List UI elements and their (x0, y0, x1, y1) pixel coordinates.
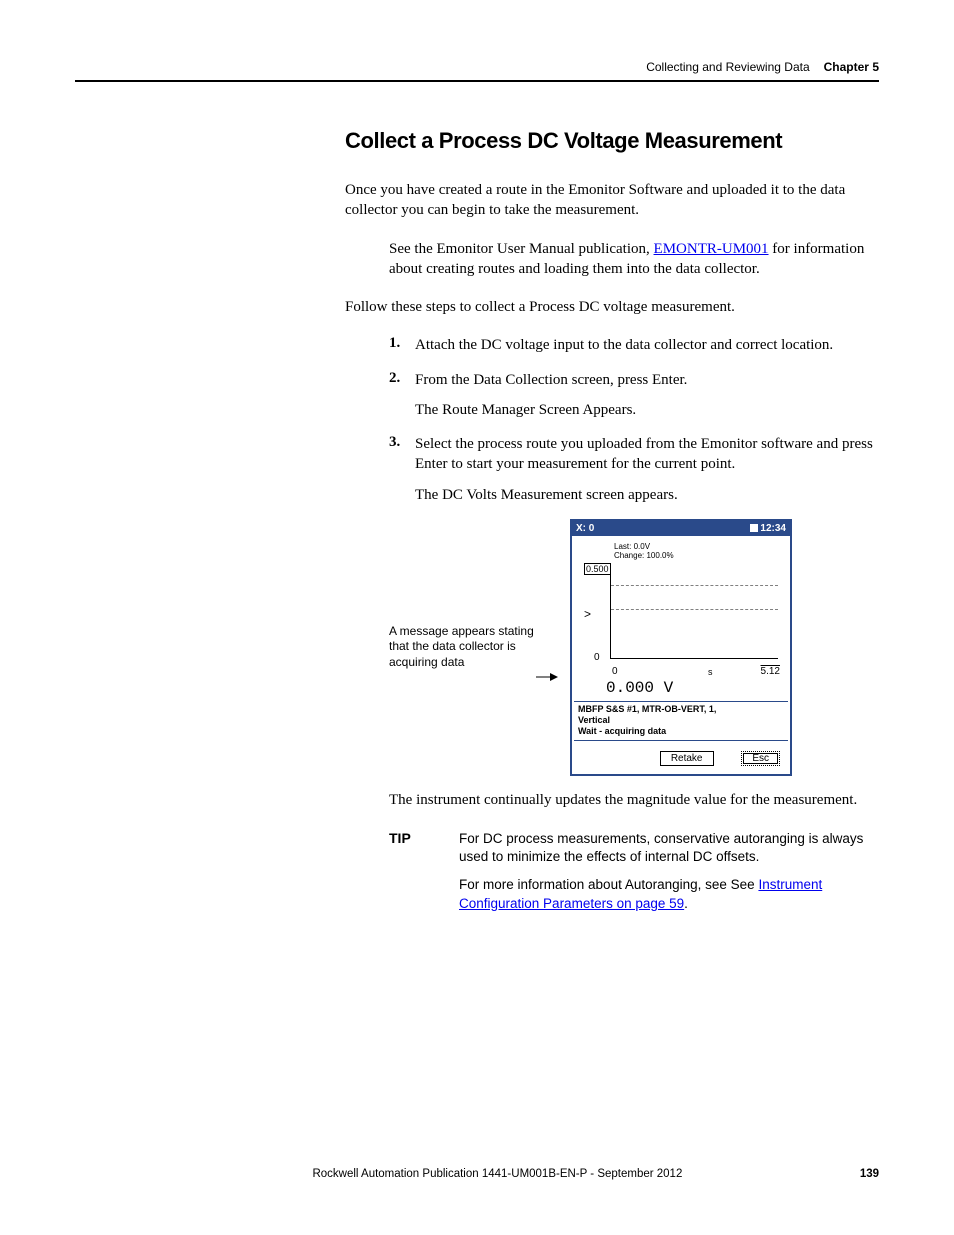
plot-gridline (611, 609, 778, 610)
divider (574, 701, 788, 702)
device-title-left: X: 0 (576, 523, 594, 534)
header-section: Collecting and Reviewing Data (646, 60, 809, 74)
step-1-text: Attach the DC voltage input to the data … (415, 335, 879, 355)
step-num: 3. (389, 434, 400, 451)
retake-button[interactable]: Retake (660, 751, 714, 766)
device-plot: 0.500 > 0 0 s 5.12 (580, 565, 782, 665)
steps-list: 1. Attach the DC voltage input to the da… (389, 335, 879, 505)
tip-p2-pre: For more information about Autoranging, … (459, 877, 758, 892)
figure-callout: A message appears stating that the data … (389, 624, 534, 671)
device-body: Last: 0.0V Change: 100.0% 0.500 > 0 0 s … (572, 536, 790, 774)
tip-block: TIP For DC process measurements, conserv… (345, 830, 879, 923)
intro-paragraph: Once you have created a route in the Emo… (345, 180, 879, 221)
plot-x-mid: s (708, 667, 713, 677)
device-last: Last: 0.0V (614, 542, 786, 552)
device-screenshot: X: 0 12:34 Last: 0.0V Change: 100.0% 0.5… (570, 519, 792, 776)
device-status-line2: Vertical (578, 715, 784, 726)
ref-link[interactable]: EMONTR-UM001 (654, 241, 769, 257)
after-figure-paragraph: The instrument continually updates the m… (389, 790, 879, 810)
follow-paragraph: Follow these steps to collect a Process … (345, 297, 879, 317)
device-meta: Last: 0.0V Change: 100.0% (614, 542, 786, 561)
device-status-line3: Wait - acquiring data (578, 726, 784, 737)
plot-y-top: 0.500 (584, 563, 611, 575)
page-title: Collect a Process DC Voltage Measurement (345, 128, 879, 154)
device-buttons: Retake Esc (576, 743, 786, 770)
plot-y-bot: 0 (594, 652, 600, 663)
step-3b-text: The DC Volts Measurement screen appears. (415, 485, 879, 505)
step-2b-text: The Route Manager Screen Appears. (415, 400, 879, 420)
step-2: 2. From the Data Collection screen, pres… (389, 370, 879, 421)
footer-page-number: 139 (860, 1168, 879, 1180)
esc-button[interactable]: Esc (741, 751, 780, 766)
step-2a-text: From the Data Collection screen, press E… (415, 370, 879, 390)
plot-x-right: 5.12 (761, 666, 780, 677)
page-footer: Rockwell Automation Publication 1441-UM0… (75, 1168, 879, 1180)
tip-label: TIP (389, 830, 459, 923)
plot-x-left: 0 (612, 666, 618, 677)
ref-pre: See the Emonitor User Manual publication… (389, 241, 654, 257)
tip-p2-post: . (684, 896, 688, 911)
page-header: Collecting and Reviewing Data Chapter 5 (75, 60, 879, 74)
step-3a-text: Select the process route you uploaded fr… (415, 434, 879, 475)
tip-p1: For DC process measurements, conservativ… (459, 830, 879, 866)
step-3: 3. Select the process route you uploaded… (389, 434, 879, 505)
main-content: Collect a Process DC Voltage Measurement… (345, 128, 879, 923)
plot-y-mid: > (584, 607, 591, 621)
device-titlebar: X: 0 12:34 (572, 521, 790, 536)
device-title-right: 12:34 (750, 523, 786, 534)
device-status-line1: MBFP S&S #1, MTR-OB-VERT, 1, (578, 704, 784, 715)
device-change: Change: 100.0% (614, 551, 786, 561)
figure-row: A message appears stating that the data … (345, 519, 879, 776)
arrow-icon (536, 671, 558, 683)
device-status: MBFP S&S #1, MTR-OB-VERT, 1, Vertical Wa… (578, 704, 784, 738)
step-num: 1. (389, 335, 400, 352)
header-chapter: Chapter 5 (824, 60, 879, 74)
tip-p2: For more information about Autoranging, … (459, 876, 879, 912)
reference-paragraph: See the Emonitor User Manual publication… (389, 239, 879, 280)
battery-icon (750, 524, 758, 532)
spacer (582, 751, 632, 766)
divider (574, 740, 788, 741)
step-1: 1. Attach the DC voltage input to the da… (389, 335, 879, 355)
tip-body: For DC process measurements, conservativ… (459, 830, 879, 923)
header-rule (75, 80, 879, 82)
footer-publication: Rockwell Automation Publication 1441-UM0… (135, 1168, 860, 1180)
step-num: 2. (389, 370, 400, 387)
device-reading: 0.000 V (606, 679, 786, 697)
plot-gridline (611, 585, 778, 586)
